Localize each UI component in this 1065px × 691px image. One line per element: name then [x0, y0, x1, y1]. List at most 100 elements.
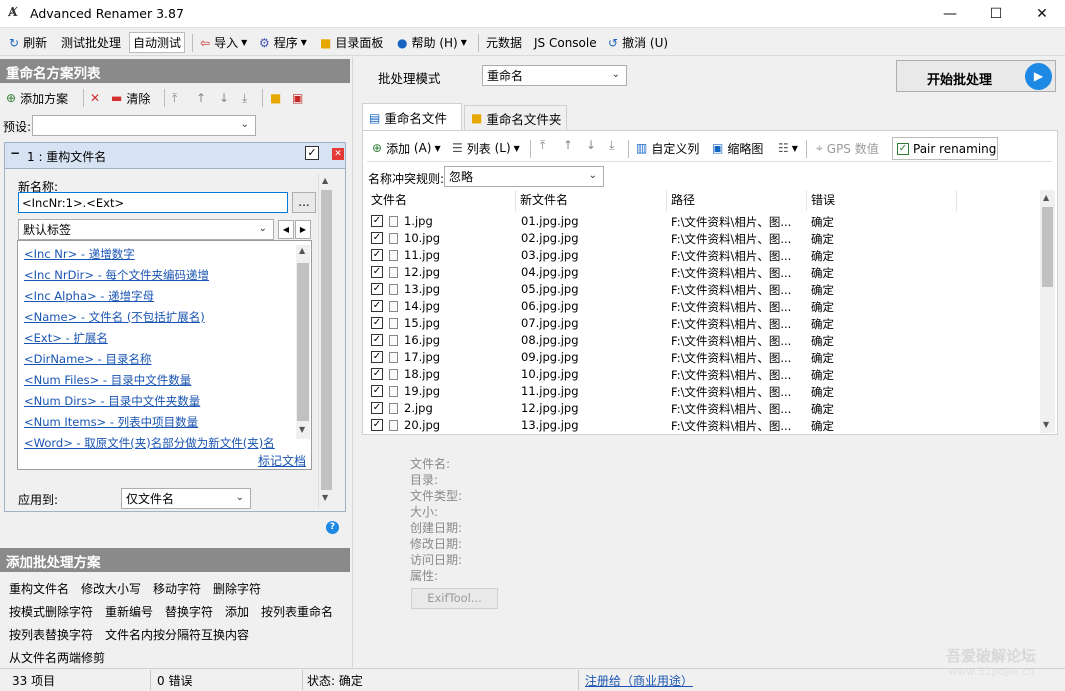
row-checkbox[interactable]: ✓ — [371, 351, 383, 363]
next-tag-group-button[interactable]: ▶ — [295, 220, 311, 239]
table-row[interactable]: ✓ 19.jpg 11.jpg.jpg F:\文件资料\相片、图... 确定 — [367, 383, 1039, 400]
custom-columns-button[interactable]: ▥ 自定义列 — [636, 138, 699, 158]
minimize-button[interactable]: — — [927, 0, 973, 28]
pair-renaming-toggle[interactable]: ✓ Pair renaming — [892, 137, 998, 160]
scroll-down-icon[interactable]: ▼ — [299, 425, 305, 434]
remove-method-icon[interactable]: ✕ — [332, 148, 344, 160]
add-method-link[interactable]: 从文件名两端修剪 — [9, 649, 105, 666]
table-row[interactable]: ✓ 11.jpg 03.jpg.jpg F:\文件资料\相片、图... 确定 — [367, 247, 1039, 264]
add-method-link[interactable]: 按模式删除字符 — [9, 603, 93, 620]
row-checkbox[interactable]: ✓ — [371, 419, 383, 431]
move-up-icon[interactable]: ↑ — [196, 89, 206, 107]
row-checkbox[interactable]: ✓ — [371, 402, 383, 414]
table-row[interactable]: ✓ 18.jpg 10.jpg.jpg F:\文件资料\相片、图... 确定 — [367, 366, 1039, 383]
column-header-path[interactable]: 路径 — [667, 190, 807, 211]
apply-to-select[interactable]: 仅文件名 ⌄ — [121, 488, 251, 509]
scroll-up-icon[interactable]: ▲ — [299, 246, 305, 255]
add-method-link[interactable]: 重新编号 — [105, 603, 153, 620]
add-method-link[interactable]: 添加 — [225, 603, 249, 620]
column-header-filename[interactable]: 文件名 — [367, 190, 516, 211]
prev-tag-group-button[interactable]: ◀ — [278, 220, 294, 239]
table-row[interactable]: ✓ 17.jpg 09.jpg.jpg F:\文件资料\相片、图... 确定 — [367, 349, 1039, 366]
tag-link[interactable]: <Num Dirs> - 目录中文件夹数量 — [24, 393, 200, 409]
add-method-link[interactable]: 按列表替换字符 — [9, 626, 93, 643]
exiftool-button[interactable]: ExifTool... — [411, 588, 498, 609]
table-row[interactable]: ✓ 12.jpg 04.jpg.jpg F:\文件资料\相片、图... 确定 — [367, 264, 1039, 281]
tag-link[interactable]: <Inc NrDir> - 每个文件夹编码递增 — [24, 267, 209, 283]
scroll-down-icon[interactable]: ▼ — [1043, 420, 1049, 429]
scroll-up-icon[interactable]: ▲ — [322, 176, 328, 185]
table-row[interactable]: ✓ 14.jpg 06.jpg.jpg F:\文件资料\相片、图... 确定 — [367, 298, 1039, 315]
import-menu[interactable]: ⇦ 导入 ▼ — [197, 32, 250, 53]
column-header-new-name[interactable]: 新文件名 — [516, 190, 667, 211]
tag-link[interactable]: <Name> - 文件名 (不包括扩展名) — [24, 309, 205, 325]
row-checkbox[interactable]: ✓ — [371, 334, 383, 346]
add-method-link[interactable]: 按列表重命名 — [261, 603, 333, 620]
view-options-menu[interactable]: ☷ ▼ — [778, 138, 798, 158]
program-menu[interactable]: ⚙ 程序 ▼ — [256, 32, 310, 53]
method-help-icon[interactable]: ? — [326, 521, 339, 534]
table-row[interactable]: ✓ 10.jpg 02.jpg.jpg F:\文件资料\相片、图... 确定 — [367, 230, 1039, 247]
row-checkbox[interactable]: ✓ — [371, 249, 383, 261]
pane-splitter[interactable] — [352, 57, 353, 667]
tab-rename-files[interactable]: ▤ 重命名文件 — [362, 103, 462, 131]
open-folder-icon[interactable]: ■ — [270, 89, 281, 107]
file-list-scrollbar[interactable]: ▲ ▼ — [1040, 190, 1055, 433]
row-checkbox[interactable]: ✓ — [371, 300, 383, 312]
browse-button[interactable]: ... — [292, 192, 316, 213]
row-checkbox[interactable]: ✓ — [371, 385, 383, 397]
test-batch-button[interactable]: 测试批处理 — [58, 32, 124, 53]
tag-docs-link[interactable]: 标记文档 — [258, 452, 306, 469]
save-icon[interactable]: ▣ — [292, 89, 303, 107]
tag-link[interactable]: <Inc Nr> - 递增数字 — [24, 246, 135, 262]
add-method-link[interactable]: 重构文件名 — [9, 580, 69, 597]
close-window-button[interactable]: ✕ — [1019, 0, 1065, 28]
move-down-icon[interactable]: ↓ — [219, 89, 229, 107]
tag-link[interactable]: <Num Files> - 目录中文件数量 — [24, 372, 191, 388]
js-console-button[interactable]: JS Console — [531, 32, 600, 53]
table-row[interactable]: ✓ 15.jpg 07.jpg.jpg F:\文件资料\相片、图... 确定 — [367, 315, 1039, 332]
tag-list-scroll-thumb[interactable] — [297, 263, 309, 421]
row-checkbox[interactable]: ✓ — [371, 266, 383, 278]
maximize-button[interactable]: ☐ — [973, 0, 1019, 28]
add-method-link[interactable]: 修改大小写 — [81, 580, 141, 597]
file-list-scroll-thumb[interactable] — [1042, 207, 1053, 287]
thumbnails-button[interactable]: ▣ 缩略图 — [712, 138, 763, 158]
scroll-down-icon[interactable]: ▼ — [322, 493, 328, 502]
tab-rename-folders[interactable]: ■ 重命名文件夹 — [464, 105, 567, 131]
table-row[interactable]: ✓ 13.jpg 05.jpg.jpg F:\文件资料\相片、图... 确定 — [367, 281, 1039, 298]
add-method-button[interactable]: ⊕ 添加方案 — [6, 89, 68, 107]
table-row[interactable]: ✓ 1.jpg 01.jpg.jpg F:\文件资料\相片、图... 确定 — [367, 213, 1039, 230]
row-checkbox[interactable]: ✓ — [371, 232, 383, 244]
tag-link[interactable]: <Num Items> - 列表中项目数量 — [24, 414, 198, 430]
table-row[interactable]: ✓ 16.jpg 08.jpg.jpg F:\文件资料\相片、图... 确定 — [367, 332, 1039, 349]
tag-link[interactable]: <DirName> - 目录名称 — [24, 351, 151, 367]
move-bottom-icon[interactable]: ⤓ — [609, 138, 614, 153]
tag-link[interactable]: <Word> - 取原文件(夹)名部分做为新文件(夹)名 — [24, 435, 275, 451]
tag-list-scrollbar[interactable]: ▲ ▼ — [296, 245, 310, 439]
batch-mode-select[interactable]: 重命名 ⌄ — [482, 65, 627, 86]
add-method-link[interactable]: 文件名内按分隔符互换内容 — [105, 626, 249, 643]
add-method-link[interactable]: 移动字符 — [153, 580, 201, 597]
preset-select[interactable]: ⌄ — [32, 115, 256, 136]
tag-link[interactable]: <Inc Alpha> - 递增字母 — [24, 288, 154, 304]
move-up-icon[interactable]: ↑ — [563, 138, 573, 152]
metadata-button[interactable]: 元数据 — [483, 32, 525, 53]
undo-button[interactable]: ↺ 撤消 (U) — [605, 32, 671, 53]
row-checkbox[interactable]: ✓ — [371, 368, 383, 380]
table-row[interactable]: ✓ 2.jpg 12.jpg.jpg F:\文件资料\相片、图... 确定 — [367, 400, 1039, 417]
row-checkbox[interactable]: ✓ — [371, 317, 383, 329]
row-checkbox[interactable]: ✓ — [371, 215, 383, 227]
column-header-error[interactable]: 错误 — [807, 190, 957, 211]
conflict-rule-select[interactable]: 忽略 ⌄ — [444, 166, 604, 187]
start-batch-button[interactable]: 开始批处理 ▶ — [896, 60, 1056, 92]
move-bottom-icon[interactable]: ⤓ — [242, 89, 247, 107]
move-down-icon[interactable]: ↓ — [586, 138, 596, 152]
add-files-menu[interactable]: ⊕ 添加 (A) ▼ — [372, 138, 441, 158]
dir-panel-button[interactable]: ■ 目录面板 — [317, 32, 386, 53]
register-link[interactable]: 注册给（商业用途） — [585, 672, 693, 689]
delete-method-icon[interactable]: ✕ — [90, 89, 100, 107]
gps-values-button[interactable]: ⌖ GPS 数值 — [816, 138, 879, 158]
auto-test-toggle[interactable]: 自动测试 — [129, 32, 186, 53]
move-top-icon[interactable]: ⤒ — [540, 138, 545, 153]
